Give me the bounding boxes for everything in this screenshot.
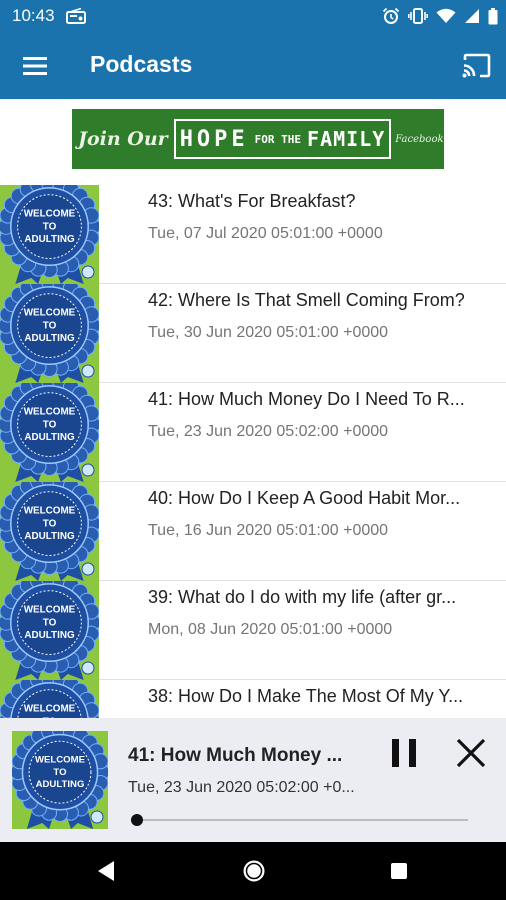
hamburger-menu-icon[interactable] [22,53,48,79]
banner-logo-box: HOPE FOR THE FAMILY [173,119,392,159]
episode-row[interactable]: WELCOME TO ADULTING 39: What do I do wit… [0,581,506,680]
now-playing-thumbnail: WELCOME TO ADULTING [12,731,108,829]
now-playing-bar[interactable]: WELCOME TO ADULTING 41: How Much Money .… [0,718,506,842]
thumb-line1: WELCOME [24,506,76,517]
episode-title: 39: What do I do with my life (after gr.… [148,587,457,607]
thumb-line2: TO [43,419,57,430]
thumb-line3: ADULTING [24,234,75,245]
episode-row[interactable]: WELCOME TO ADULTING 43: What's For Break… [0,185,506,284]
page-title: Podcasts [90,51,193,77]
episode-row[interactable]: WELCOME TO ADULTING 41: How Much Money D… [0,383,506,482]
episode-thumbnail: WELCOME TO ADULTING [0,680,99,718]
battery-icon [488,7,498,24]
status-bar: 10:43 [0,0,506,32]
episode-date: Tue, 23 Jun 2020 05:02:00 +0000 [148,423,389,440]
thumb-line3: ADULTING [24,333,75,344]
progress-slider[interactable] [131,814,468,826]
banner-forthe-text: FOR THE [254,132,302,146]
thumb-line1: WELCOME [24,704,76,715]
status-time: 10:43 [12,6,55,25]
now-playing-date: Tue, 23 Jun 2020 05:02:00 +0... [128,779,355,796]
thumb-line2: TO [43,320,57,331]
episode-row[interactable]: WELCOME TO ADULTING 38: How Do I Make Th… [0,680,506,718]
alarm-icon [382,7,400,24]
episode-date: Mon, 08 Jun 2020 05:01:00 +0000 [148,621,393,638]
banner-hope-text: HOPE [179,126,249,152]
thumb-line3: ADULTING [24,432,75,443]
radio-icon [66,8,86,24]
episode-thumbnail: WELCOME TO ADULTING [0,581,99,680]
thumb-line3: ADULTING [36,779,85,790]
episode-row[interactable]: WELCOME TO ADULTING 42: Where Is That Sm… [0,284,506,383]
progress-track [132,819,468,821]
episode-thumbnail: WELCOME TO ADULTING [0,482,99,581]
thumb-line2: TO [43,518,57,529]
thumb-line2: TO [53,767,67,778]
thumb-line1: WELCOME [24,407,76,418]
banner-join-text: Join Our [78,128,168,150]
thumb-line2: TO [43,617,57,628]
home-icon[interactable] [239,856,269,886]
episode-date: Tue, 30 Jun 2020 05:01:00 +0000 [148,324,389,341]
episode-title: 42: Where Is That Smell Coming From? [148,290,465,310]
close-icon[interactable] [454,736,488,770]
vibrate-icon [408,8,428,24]
episode-thumbnail: WELCOME TO ADULTING [0,383,99,482]
app-bar: Podcasts [0,32,506,99]
banner-facebook-text: Facebook Gr [395,133,444,145]
thumb-line1: WELCOME [24,209,76,220]
cast-icon[interactable] [461,52,493,80]
thumb-line1: WELCOME [24,605,76,616]
episode-title: 40: How Do I Keep A Good Habit Mor... [148,488,461,508]
thumb-line2: TO [43,221,57,232]
now-playing-title: 41: How Much Money ... [128,745,343,766]
thumb-line3: ADULTING [24,531,75,542]
recents-icon[interactable] [384,856,414,886]
episode-title: 43: What's For Breakfast? [148,191,356,211]
banner-family-text: FAMILY [307,127,386,151]
episode-thumbnail: WELCOME TO ADULTING [0,185,99,284]
episode-list[interactable]: WELCOME TO ADULTING 43: What's For Break… [0,185,506,718]
back-icon[interactable] [92,856,122,886]
promo-banner[interactable]: Join Our HOPE FOR THE FAMILY Facebook Gr [72,109,444,169]
thumb-line3: ADULTING [24,630,75,641]
wifi-icon [436,8,456,23]
episode-date: Tue, 16 Jun 2020 05:01:00 +0000 [148,522,389,539]
episode-date: Tue, 07 Jul 2020 05:01:00 +0000 [148,225,383,242]
episode-thumbnail: WELCOME TO ADULTING [0,284,99,383]
signal-icon [465,9,479,23]
episode-row[interactable]: WELCOME TO ADULTING 40: How Do I Keep A … [0,482,506,581]
thumb-line1: WELCOME [35,754,86,765]
thumb-line1: WELCOME [24,308,76,319]
system-nav-bar [0,842,506,900]
pause-icon[interactable] [388,736,422,770]
episode-title: 41: How Much Money Do I Need To R... [148,389,465,409]
episode-title: 38: How Do I Make The Most Of My Y... [148,686,464,706]
progress-knob[interactable] [131,814,144,826]
